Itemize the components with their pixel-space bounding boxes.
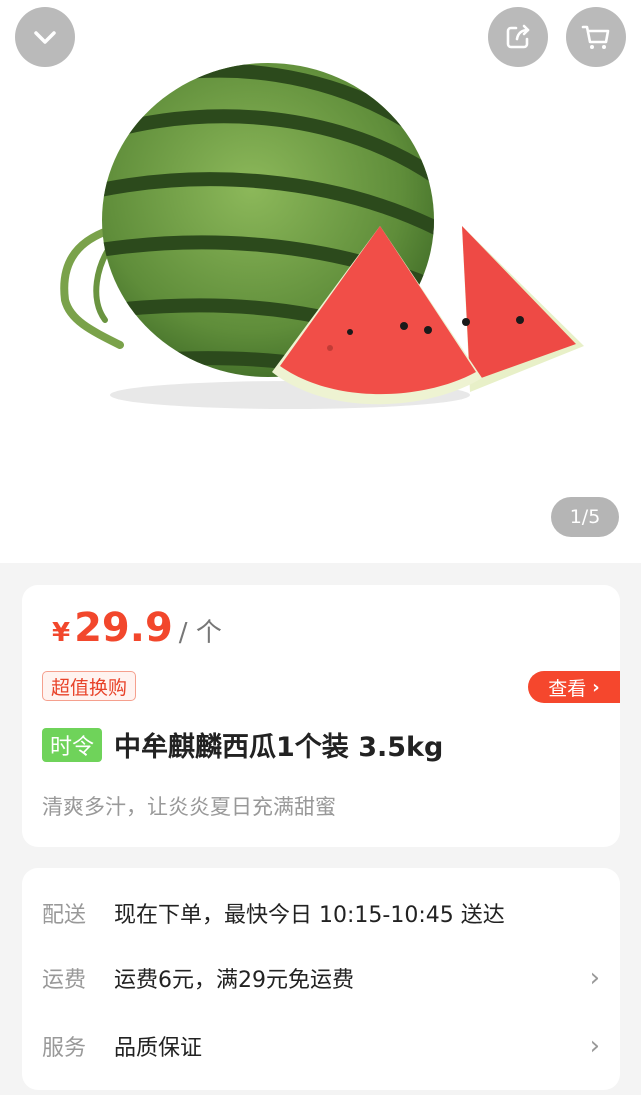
service-label: 服务 xyxy=(42,1036,87,1061)
currency-symbol: ¥ xyxy=(52,618,71,648)
product-subtitle: 清爽多汁，让炎炎夏日充满甜蜜 xyxy=(42,795,336,819)
price: ¥ 29.9 / 个 xyxy=(52,605,222,651)
product-image-gallery[interactable]: 1/5 xyxy=(0,0,641,563)
watermelon-image xyxy=(60,63,584,409)
product-summary-card: ¥ 29.9 / 个 超值换购 查看 › 时令 中牟麒麟西瓜1个装 3.5kg … xyxy=(22,585,620,847)
chevron-right-icon: › xyxy=(589,963,600,993)
deal-tag: 超值换购 xyxy=(42,671,137,701)
price-value: 29.9 xyxy=(74,605,173,651)
chevron-right-icon: › xyxy=(592,676,600,698)
gallery-page-indicator: 1/5 xyxy=(551,497,619,537)
delivery-value: 现在下单，最快今日 10:15-10:45 送达 xyxy=(114,903,505,928)
chevron-right-icon: › xyxy=(589,1031,600,1061)
seasonal-badge: 时令 xyxy=(42,727,103,762)
cart-button[interactable] xyxy=(566,7,626,67)
service-value: 品质保证 xyxy=(114,1036,203,1061)
share-icon xyxy=(506,24,530,49)
chevron-down-icon xyxy=(34,31,56,44)
product-title: 中牟麒麟西瓜1个装 3.5kg xyxy=(114,732,444,763)
collapse-button[interactable] xyxy=(15,7,75,67)
shipping-value: 运费6元，满29元免运费 xyxy=(114,968,354,993)
share-button[interactable] xyxy=(488,7,548,67)
delivery-label: 配送 xyxy=(42,903,87,928)
view-deal-button[interactable]: 查看 › xyxy=(528,671,620,703)
price-unit: / 个 xyxy=(178,618,222,648)
shipping-row[interactable]: 运费 运费6元，满29元免运费 › xyxy=(42,958,600,998)
view-button-label: 查看 xyxy=(548,677,587,700)
cart-icon xyxy=(581,25,610,49)
shipping-label: 运费 xyxy=(42,968,87,993)
service-row[interactable]: 服务 品质保证 › xyxy=(42,1026,600,1066)
product-title-row: 时令 中牟麒麟西瓜1个装 3.5kg xyxy=(42,725,443,764)
purchase-info-card: 配送 现在下单，最快今日 10:15-10:45 送达 运费 运费6元，满29元… xyxy=(22,868,620,1090)
delivery-row: 配送 现在下单，最快今日 10:15-10:45 送达 xyxy=(42,893,600,933)
